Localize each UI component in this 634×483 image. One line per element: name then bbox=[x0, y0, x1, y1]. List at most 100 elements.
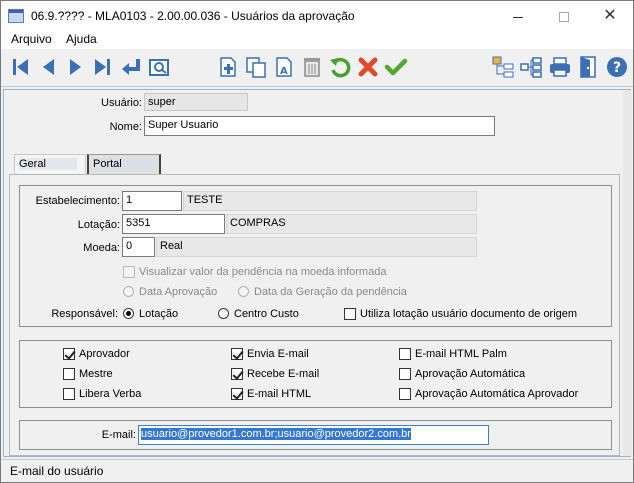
hierarchy-icon bbox=[520, 57, 542, 78]
next-record-icon bbox=[70, 59, 81, 75]
content-area: Usuário: super Nome: Super Usuario Geral… bbox=[3, 89, 632, 457]
data-geracao-radio[interactable] bbox=[238, 286, 249, 297]
aprovacao-automatica-label: Aprovação Automática bbox=[415, 368, 526, 380]
email-html-label: E-mail HTML bbox=[247, 388, 312, 400]
estabelecimento-code-field[interactable]: 1 bbox=[122, 191, 182, 211]
tab-panel-geral: Estabelecimento: 1 TESTE Lotação: 5351 C… bbox=[9, 174, 620, 456]
last-record-button[interactable] bbox=[90, 55, 114, 79]
usuario-label: Usuário: bbox=[101, 97, 142, 109]
last-record-icon bbox=[95, 59, 110, 75]
undo-icon bbox=[330, 57, 351, 78]
menu-bar: Arquivo Ajuda bbox=[1, 31, 633, 49]
help-icon: ? bbox=[607, 57, 627, 77]
first-record-icon bbox=[13, 59, 28, 75]
email-field[interactable]: usuario@provedor1.com.br;usuario@provedo… bbox=[138, 425, 489, 445]
libera-verba-label: Libera Verba bbox=[79, 388, 142, 400]
visualizar-label: Visualizar valor da pendência na moeda i… bbox=[139, 266, 387, 278]
confirm-button[interactable] bbox=[384, 55, 408, 79]
maximize-button[interactable] bbox=[541, 1, 587, 31]
tab-geral[interactable]: Geral bbox=[14, 154, 86, 174]
exit-button[interactable] bbox=[577, 55, 601, 79]
title-bar: 06.9.???? - MLA0103 - 2.00.00.036 - Usuá… bbox=[1, 1, 633, 31]
lotacao-desc-field: COMPRAS bbox=[226, 214, 477, 234]
delete-button[interactable] bbox=[300, 55, 324, 79]
vertical-scrollbar[interactable] bbox=[623, 90, 632, 456]
search-icon bbox=[149, 59, 169, 76]
email-html-palm-label: E-mail HTML Palm bbox=[415, 348, 507, 360]
undo-button[interactable] bbox=[328, 55, 352, 79]
goto-button[interactable] bbox=[119, 55, 143, 79]
moeda-desc-field: Real bbox=[156, 237, 477, 257]
new-button[interactable] bbox=[216, 55, 240, 79]
svg-text:?: ? bbox=[613, 60, 621, 76]
exit-icon bbox=[580, 56, 596, 78]
aprovador-checkbox[interactable] bbox=[63, 348, 75, 360]
data-aprovacao-radio[interactable] bbox=[123, 286, 134, 297]
moeda-code-field[interactable]: 0 bbox=[122, 237, 155, 257]
moeda-label: Moeda: bbox=[83, 242, 120, 254]
app-window-icon bbox=[8, 9, 24, 23]
menu-ajuda[interactable]: Ajuda bbox=[66, 32, 97, 46]
window-title: 06.9.???? - MLA0103 - 2.00.00.036 - Usuá… bbox=[31, 9, 355, 23]
usuario-field: super bbox=[144, 93, 248, 111]
copy-button[interactable] bbox=[244, 55, 268, 79]
confirm-icon bbox=[384, 58, 408, 76]
previous-record-button[interactable] bbox=[37, 55, 61, 79]
aprovacao-automatica-checkbox[interactable] bbox=[399, 368, 411, 380]
resp-lotacao-radio[interactable] bbox=[123, 308, 134, 319]
aprovacao-automatica-aprovador-checkbox[interactable] bbox=[399, 388, 411, 400]
delete-icon bbox=[304, 58, 320, 77]
envia-email-checkbox[interactable] bbox=[231, 348, 243, 360]
tab-geral-label: Geral bbox=[19, 158, 77, 170]
menu-arquivo[interactable]: Arquivo bbox=[11, 32, 52, 46]
nome-field[interactable]: Super Usuario bbox=[144, 116, 495, 136]
group-parametros: Estabelecimento: 1 TESTE Lotação: 5351 C… bbox=[19, 185, 612, 327]
svg-text:A: A bbox=[280, 66, 288, 77]
recebe-email-checkbox[interactable] bbox=[231, 368, 243, 380]
utiliza-lotacao-label: Utiliza lotação usuário documento de ori… bbox=[360, 308, 578, 320]
libera-verba-checkbox[interactable] bbox=[63, 388, 75, 400]
resp-centro-custo-label: Centro Custo bbox=[234, 308, 299, 320]
print-button[interactable] bbox=[548, 55, 572, 79]
goto-icon bbox=[122, 59, 140, 75]
email-value: usuario@provedor1.com.br;usuario@provedo… bbox=[141, 428, 411, 440]
help-button[interactable]: ? bbox=[605, 55, 629, 79]
cancel-button[interactable] bbox=[356, 55, 380, 79]
nome-label: Nome: bbox=[109, 121, 142, 133]
resp-centro-custo-radio[interactable] bbox=[218, 308, 229, 319]
toolbar: A ? bbox=[1, 49, 633, 87]
email-html-checkbox[interactable] bbox=[231, 388, 243, 400]
data-aprovacao-label: Data Aprovação bbox=[139, 286, 218, 298]
resp-lotacao-label: Lotação bbox=[139, 308, 179, 320]
hierarchy-button[interactable] bbox=[519, 55, 543, 79]
estabelecimento-desc-field: TESTE bbox=[183, 191, 477, 211]
edit-button[interactable]: A bbox=[272, 55, 296, 79]
tab-portal-label: Portal bbox=[93, 158, 155, 170]
estabelecimento-label: Estabelecimento: bbox=[35, 195, 120, 207]
close-button[interactable]: ✕ bbox=[587, 1, 633, 31]
mestre-checkbox[interactable] bbox=[63, 368, 75, 380]
first-record-button[interactable] bbox=[9, 55, 33, 79]
group-email: E-mail: usuario@provedor1.com.br;usuario… bbox=[19, 420, 612, 450]
email-label: E-mail: bbox=[101, 429, 136, 441]
email-html-palm-checkbox[interactable] bbox=[399, 348, 411, 360]
maximize-icon bbox=[559, 12, 569, 23]
mestre-label: Mestre bbox=[79, 368, 113, 380]
print-icon bbox=[550, 57, 570, 77]
next-record-button[interactable] bbox=[63, 55, 87, 79]
tab-portal[interactable]: Portal bbox=[87, 154, 161, 174]
minimize-button[interactable] bbox=[495, 1, 541, 31]
edit-icon: A bbox=[276, 57, 292, 77]
tree-button[interactable] bbox=[491, 55, 515, 79]
utiliza-lotacao-checkbox[interactable] bbox=[344, 308, 356, 320]
aprovacao-automatica-aprovador-label: Aprovação Automática Aprovador bbox=[415, 388, 579, 400]
aprovador-label: Aprovador bbox=[79, 348, 130, 360]
lotacao-code-field[interactable]: 5351 bbox=[122, 214, 225, 234]
group-opcoes: Aprovador Mestre Libera Verba Envia E-ma… bbox=[19, 340, 612, 408]
envia-email-label: Envia E-mail bbox=[247, 348, 309, 360]
status-bar: E-mail do usuário bbox=[1, 459, 633, 482]
cancel-icon bbox=[358, 57, 378, 77]
data-geracao-label: Data da Geração da pendência bbox=[254, 286, 407, 298]
visualizar-checkbox[interactable] bbox=[123, 266, 135, 278]
search-button[interactable] bbox=[147, 55, 171, 79]
